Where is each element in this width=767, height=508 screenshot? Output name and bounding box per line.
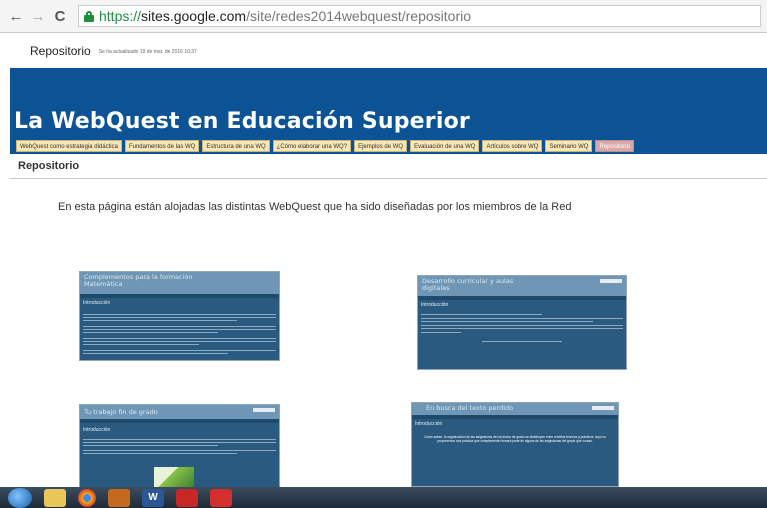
- tab-como-elaborar[interactable]: ¿Cómo elaborar una WQ?: [272, 140, 352, 152]
- forward-icon[interactable]: →: [30, 8, 46, 25]
- webquest-thumbnail-4[interactable]: En busca del texto perdido Introducción …: [411, 402, 619, 487]
- tab-ejemplos[interactable]: Ejemplos de WQ: [354, 140, 408, 152]
- tab-fundamentos[interactable]: Fundamentos de las WQ: [124, 140, 200, 152]
- site-banner: La WebQuest en Educación Superior: [10, 68, 767, 138]
- folder-icon[interactable]: [44, 488, 66, 507]
- thumbnail-search-box: [253, 408, 275, 412]
- red-app-icon[interactable]: [210, 488, 232, 507]
- browser-toolbar: ← → C https:// sites.google.com /site/re…: [0, 0, 767, 33]
- thumbnail-title: En busca del texto perdido: [426, 404, 514, 412]
- thumbnail-nav: [412, 415, 618, 419]
- site-nav-tabs: WebQuest como estrategia didáctica Funda…: [10, 138, 767, 154]
- screen: ← → C https:// sites.google.com /site/re…: [0, 0, 767, 508]
- heading-divider: [10, 178, 767, 179]
- thumbnail-text-lines: [83, 314, 276, 356]
- url-scheme: https://: [99, 8, 142, 24]
- thumbnail-nav: [418, 296, 626, 300]
- thumbnail-section: Introducción: [415, 421, 443, 427]
- start-button-icon[interactable]: [8, 487, 32, 508]
- intro-text: En esta página están alojadas las distin…: [58, 201, 572, 213]
- back-icon[interactable]: ←: [8, 8, 24, 25]
- thumbnail-section: Introducción: [421, 302, 449, 308]
- tab-evaluacion[interactable]: Evaluación de una WQ: [410, 140, 480, 152]
- page-name: Repositorio: [30, 44, 91, 58]
- thumbnail-body-text: Como saben, la organización de las asign…: [424, 435, 606, 443]
- word-icon[interactable]: W: [142, 488, 164, 507]
- thumbnail-nav: [80, 294, 279, 298]
- thumbnail-text-lines: [421, 314, 623, 344]
- webquest-thumbnail-1[interactable]: Complementos para la formación Matemátic…: [79, 271, 280, 361]
- thumbnail-search-box: [592, 406, 614, 410]
- tab-estructura[interactable]: Estructura de una WQ: [202, 140, 270, 152]
- thumbnail-title: Tu trabajo fin de grado: [84, 408, 158, 416]
- taskbar: W: [0, 487, 767, 508]
- tab-webquest-estrategia[interactable]: WebQuest como estrategia didáctica: [16, 140, 122, 152]
- thumbnail-nav: [80, 419, 279, 423]
- thumbnail-section: Introducción: [83, 300, 111, 306]
- tab-articulos[interactable]: Artículos sobre WQ: [482, 140, 543, 152]
- thumbnail-title: Desarrollo curricular y aulas digitales: [422, 277, 514, 292]
- tab-repositorio[interactable]: Repositorio: [595, 140, 634, 152]
- thumbnail-text-lines: [83, 439, 276, 456]
- thumbnail-section: Introducción: [83, 427, 111, 433]
- chrome-icon[interactable]: [78, 488, 96, 507]
- site-page-header: Repositorio Se ha actualizado 19 de mar.…: [0, 34, 767, 68]
- media-player-icon[interactable]: [108, 488, 130, 507]
- thumbnail-title: Complementos para la formación Matemátic…: [84, 273, 193, 288]
- webquest-thumbnail-3[interactable]: Tu trabajo fin de grado Introducción: [79, 404, 280, 489]
- main-content: Repositorio En esta página están alojada…: [10, 154, 767, 489]
- thumbnail-search-box: [600, 279, 622, 283]
- url-host: sites.google.com: [141, 8, 247, 24]
- lock-icon: [84, 10, 94, 22]
- tab-seminario[interactable]: Seminario WQ: [545, 140, 593, 152]
- page-heading: Repositorio: [18, 160, 80, 172]
- thumbnail-illustration: [154, 467, 194, 487]
- reload-icon[interactable]: C: [52, 8, 68, 25]
- url-path: /site/redes2014webquest/repositorio: [246, 8, 472, 24]
- last-updated-text: Se ha actualizado 19 de mar. de 2016 10:…: [98, 49, 197, 55]
- webquest-thumbnail-2[interactable]: Desarrollo curricular y aulas digitales …: [417, 275, 627, 370]
- pdf-reader-icon[interactable]: [176, 488, 198, 507]
- site-title[interactable]: La WebQuest en Educación Superior: [14, 109, 470, 134]
- address-bar[interactable]: https:// sites.google.com /site/redes201…: [78, 5, 761, 27]
